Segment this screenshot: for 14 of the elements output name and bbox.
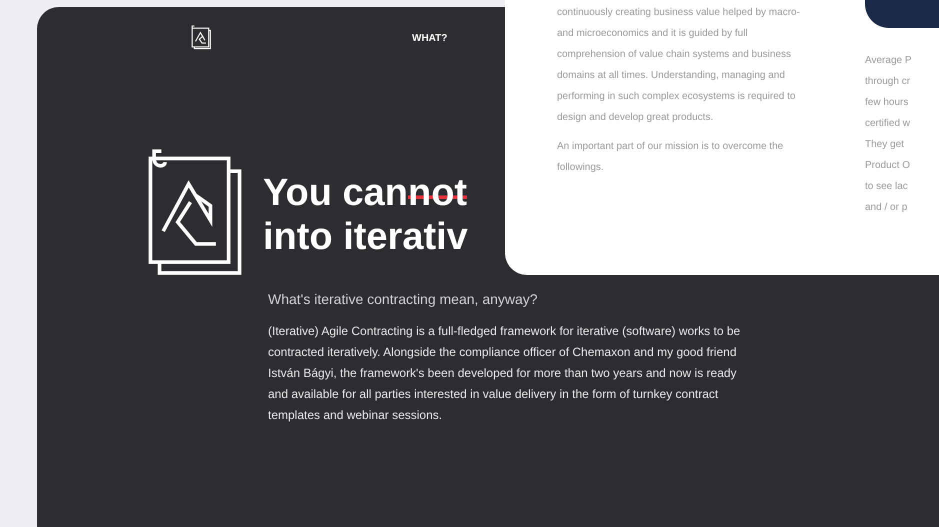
card-paragraph: continuously creating business value helped by macro- and microeconomics and it is guided by full comprehension of value chain systems and business domains at all times. Understanding, managing and performing in such complex ecosystems is required to design and develop great products.: [557, 6, 801, 125]
card-text-line: to see lac: [865, 180, 909, 194]
nav-link[interactable]: WHAT?: [412, 33, 448, 44]
card-text-line: through cr: [865, 75, 912, 89]
card-paragraph: An important part of our mission is to overcome the followings.: [557, 140, 784, 175]
hero-subtitle: What's iterative contracting mean, anyway?: [268, 291, 539, 307]
card-text-line: and / or p: [865, 201, 908, 215]
card-text-line: few hours: [865, 96, 910, 110]
card-text-line: certified w: [865, 117, 912, 131]
card-text-line: They get: [865, 138, 905, 152]
hero-paragraph: (Iterative) Agile Contracting is a full-fledged framework for iterative (software) works to be contracted iteratively. Alongside the compliance officer of Chemaxon and my good friend István Bágyi, the framework's been developed for more than two years and now is ready and available for all parties interested in value delivery in the form of turnkey contract templates and webinar sessions.: [268, 323, 742, 424]
hero-title-line: into iterativ: [263, 215, 468, 259]
card-text-line: Average P: [865, 54, 913, 68]
card-text-line: Product O: [865, 159, 912, 173]
